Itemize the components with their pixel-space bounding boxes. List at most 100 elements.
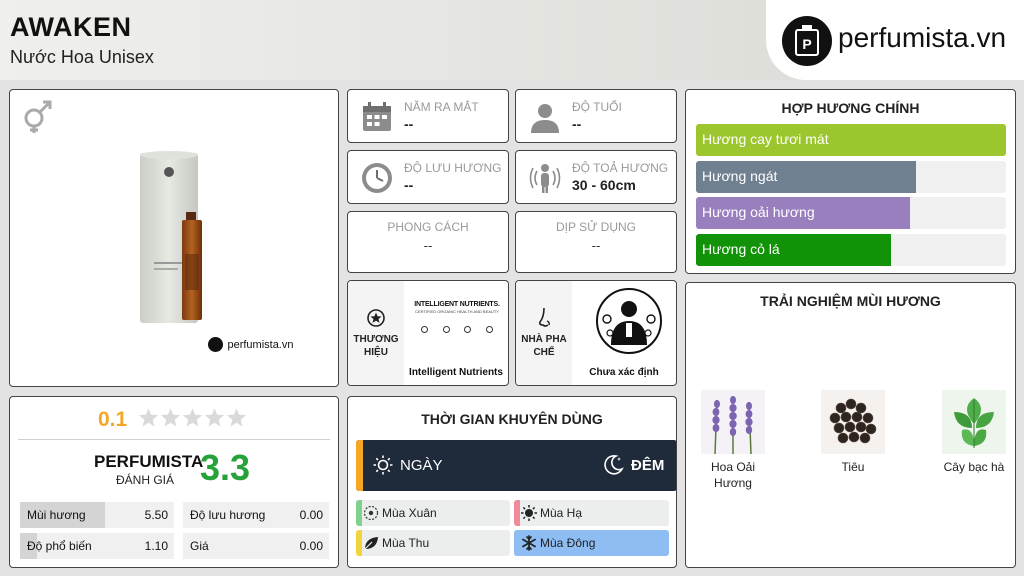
accord-row: Hương cỏ lá xyxy=(696,233,1006,266)
star-icon[interactable] xyxy=(226,407,247,428)
star-rating[interactable] xyxy=(138,407,248,433)
rating-card: 0.1 PERFUMISTA ĐÁNH GIÁ 3.3 Mùi hương 5.… xyxy=(9,396,339,568)
perfumista-score: 3.3 xyxy=(200,447,251,488)
watermark-icon xyxy=(208,337,223,353)
note-pepper-line1: Tiêu xyxy=(841,460,865,474)
longevity-card: ĐỘ LƯU HƯƠNG -- xyxy=(347,150,509,204)
accords-card: HỢP HƯƠNG CHÍNH Hương cay tươi mát Hương … xyxy=(685,89,1016,274)
star-icon[interactable] xyxy=(138,407,159,428)
style-label: PHONG CÁCH xyxy=(387,220,469,234)
summer-sun-icon xyxy=(521,505,537,521)
season-winter[interactable]: Mùa Đông xyxy=(514,530,669,556)
stat-scent-label: Mùi hương xyxy=(27,508,86,522)
perfumer-card[interactable]: NHÀ PHA CHẾ Chưa xác định xyxy=(515,280,677,386)
release-year-label: NĂM RA MẮT xyxy=(404,100,479,114)
season-spring[interactable]: Mùa Xuân xyxy=(356,500,510,526)
season-summer[interactable]: Mùa Hạ xyxy=(514,500,669,526)
site-logo[interactable]: P perfumista.vn xyxy=(766,0,1024,80)
watermark-text: perfumista.vn xyxy=(227,338,294,351)
leaf-icon xyxy=(363,535,379,551)
brand-label: THƯƠNG HIỆU xyxy=(348,333,404,359)
longevity-value: -- xyxy=(404,177,414,193)
season-winter-bar xyxy=(514,530,520,556)
perfumer-avatar xyxy=(595,287,663,355)
age-value: -- xyxy=(572,116,582,132)
brand-label-line1: THƯƠNG xyxy=(353,334,399,345)
time-card: THỜI GIAN KHUYÊN DÙNG NGÀY ĐÊM Mùa Xuân … xyxy=(347,396,677,568)
note-pepper-image[interactable] xyxy=(821,390,885,454)
style-value: -- xyxy=(423,238,433,253)
season-spring-label: Mùa Xuân xyxy=(382,506,437,520)
rating-divider xyxy=(18,439,330,440)
flower-icon xyxy=(442,326,450,333)
perfumer-label-line1: NHÀ PHA xyxy=(521,334,567,345)
brand-label-panel: THƯƠNG HIỆU xyxy=(348,281,404,385)
star-icon[interactable] xyxy=(204,407,225,428)
stat-longevity-value: 0.00 xyxy=(299,508,323,522)
person-icon xyxy=(528,100,562,134)
age-card: ĐỘ TUỔI -- xyxy=(515,89,677,143)
star-icon[interactable] xyxy=(160,407,181,428)
stat-longevity-label: Độ lưu hương xyxy=(190,508,266,522)
occasion-value: -- xyxy=(591,238,601,253)
accord-row: Hương ngát xyxy=(696,160,1006,193)
perfume-bottle-logo-icon: P xyxy=(782,16,832,66)
radiating-person-icon xyxy=(528,161,562,195)
note-lavender-line2: Hương xyxy=(714,476,752,490)
day-label: NGÀY xyxy=(400,457,443,474)
age-label: ĐỘ TUỔI xyxy=(572,100,622,114)
brand-logo-icons xyxy=(408,320,506,338)
occasion-label: DỊP SỬ DỤNG xyxy=(555,220,637,234)
season-summer-label: Mùa Hạ xyxy=(540,506,583,520)
stat-popularity-label: Độ phổ biến xyxy=(27,539,92,553)
sun-icon xyxy=(373,455,393,475)
notes-card: TRẢI NGHIỆM MÙI HƯƠNG Hoa Oải Hương Tiêu… xyxy=(685,282,1016,568)
page-subtitle: Nước Hoa Unisex xyxy=(10,47,154,67)
perfumista-sub: ĐÁNH GIÁ xyxy=(116,473,175,487)
note-mint-image[interactable] xyxy=(942,390,1006,454)
accord-label: Hương ngát xyxy=(702,167,778,184)
longevity-label: ĐỘ LƯU HƯƠNG xyxy=(404,161,502,175)
release-year-value: -- xyxy=(404,116,414,132)
nose-icon xyxy=(536,307,554,329)
stat-popularity: Độ phổ biến 1.10 xyxy=(20,533,174,559)
brand-label-line2: HIỆU xyxy=(364,347,388,358)
clock-icon xyxy=(360,161,394,195)
release-year-card: NĂM RA MẮT -- xyxy=(347,89,509,143)
stat-price-label: Giá xyxy=(190,539,209,553)
user-rating[interactable]: 0.1 xyxy=(98,407,248,433)
note-lavender-image[interactable] xyxy=(701,390,765,455)
moon-icon xyxy=(602,454,624,476)
note-lavender-label: Hoa Oải Hương xyxy=(698,460,768,490)
brand-name[interactable]: Intelligent Nutrients xyxy=(404,367,508,378)
perfumer-label-panel: NHÀ PHA CHẾ xyxy=(516,281,572,385)
season-autumn-bar xyxy=(356,530,362,556)
unisex-symbol-icon xyxy=(20,98,56,134)
perfumer-name[interactable]: Chưa xác định xyxy=(572,367,676,378)
stat-scent: Mùi hương 5.50 xyxy=(20,502,174,528)
accord-label: Hương cay tươi mát xyxy=(702,131,829,147)
user-score: 0.1 xyxy=(98,408,128,431)
perfumer-label-line2: CHẾ xyxy=(533,347,555,358)
brand-logo-title: INTELLIGENT NUTRIENTS. xyxy=(414,301,500,308)
star-icon[interactable] xyxy=(182,407,203,428)
accord-row: Hương oải hương xyxy=(696,197,1006,229)
note-mint-label: Cây bạc hà xyxy=(934,460,1014,474)
style-card: PHONG CÁCH -- xyxy=(347,211,509,273)
sillage-card: ĐỘ TOẢ HƯƠNG 30 - 60cm xyxy=(515,150,677,204)
page-title: AWAKEN xyxy=(10,12,132,42)
brand-card[interactable]: THƯƠNG HIỆU INTELLIGENT NUTRIENTS. CERTI… xyxy=(347,280,509,386)
perfumer-label: NHÀ PHA CHẾ xyxy=(516,333,572,359)
stat-popularity-value: 1.10 xyxy=(144,539,168,553)
occasion-card: DỊP SỬ DỤNG -- xyxy=(515,211,677,273)
day-night-bar: NGÀY ĐÊM xyxy=(356,440,676,491)
accord-row: Hương cay tươi mát xyxy=(696,124,1006,156)
brand-logo: INTELLIGENT NUTRIENTS. CERTIFIED ORGANIC… xyxy=(408,301,506,351)
brand-logo-tagline: CERTIFIED ORGANIC HEALTH AND BEAUTY xyxy=(415,309,499,314)
watermark: perfumista.vn xyxy=(208,336,294,353)
night-label: ĐÊM xyxy=(631,457,665,474)
note-lavender-line1: Hoa Oải xyxy=(710,460,756,474)
logo-text: perfumista.vn xyxy=(838,22,1007,53)
season-autumn[interactable]: Mùa Thu xyxy=(356,530,510,556)
sun-icon xyxy=(485,326,493,333)
